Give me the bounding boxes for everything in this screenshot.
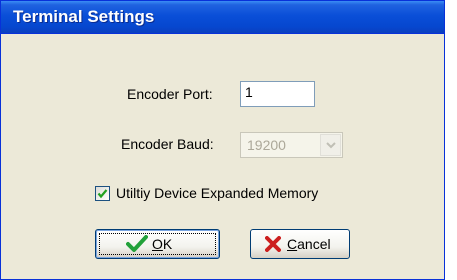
- checkmark-icon: [126, 235, 148, 252]
- checkmark-icon: [97, 189, 108, 199]
- encoder-port-label: Encoder Port:: [127, 86, 213, 102]
- ok-button-label: OK: [152, 236, 173, 252]
- window-title: Terminal Settings: [13, 7, 155, 26]
- encoder-port-input[interactable]: 1: [240, 81, 315, 107]
- title-bar[interactable]: Terminal Settings: [1, 1, 444, 34]
- ok-button[interactable]: OK: [95, 229, 220, 259]
- red-x-icon: [265, 236, 281, 252]
- encoder-port-value: 1: [245, 84, 253, 100]
- encoder-baud-select[interactable]: 19200: [240, 132, 343, 158]
- expanded-memory-label[interactable]: Utiltiy Device Expanded Memory: [116, 185, 318, 201]
- dialog-content: Encoder Port: 1 Encoder Baud: 19200 Util…: [7, 34, 438, 273]
- dropdown-arrow-button[interactable]: [320, 134, 341, 156]
- cancel-button-label: Cancel: [287, 236, 331, 252]
- chevron-down-icon: [326, 142, 336, 149]
- encoder-baud-value: 19200: [247, 137, 286, 153]
- expanded-memory-checkbox[interactable]: [95, 186, 110, 201]
- terminal-settings-dialog: Terminal Settings Encoder Port: 1 Encode…: [0, 0, 445, 280]
- cancel-button[interactable]: Cancel: [250, 229, 350, 259]
- encoder-baud-label: Encoder Baud:: [121, 136, 214, 152]
